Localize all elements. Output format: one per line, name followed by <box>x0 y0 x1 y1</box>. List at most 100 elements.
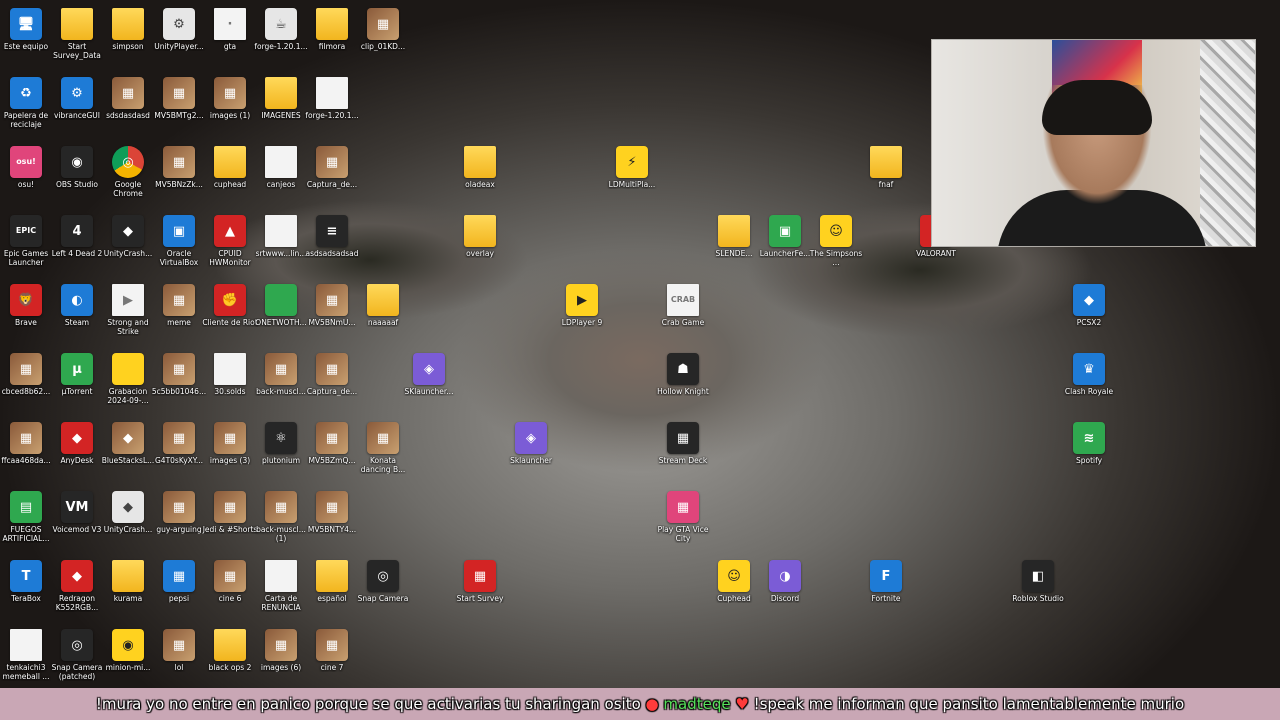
desktop-icon-mv5bnmu[interactable]: ▦ MV5BNmU... <box>306 284 358 350</box>
desktop-icon-brave[interactable]: 🦁 Brave <box>0 284 52 350</box>
desktop-icon-osu[interactable]: osu! osu! <box>0 146 52 212</box>
desktop-icon-fnaf[interactable]: fnaf <box>860 146 912 212</box>
desktop-icon-captura-de[interactable]: ▦ Captura_de... <box>306 146 358 212</box>
desktop-icon-lol[interactable]: ▦ lol <box>153 629 205 695</box>
desktop-icon-voicemod-v3[interactable]: VM Voicemod V3 <box>51 491 103 557</box>
desktop-icon-onetwoth[interactable]: ONETWOTH... <box>255 284 307 350</box>
desktop-icon-label: black ops 2 <box>208 663 252 672</box>
desktop-icon-images-3[interactable]: ▦ images (3) <box>204 422 256 488</box>
desktop-icon-jedi-shorts[interactable]: ▦ Jedi & #Shorts <box>203 491 257 557</box>
desktop-icon-canjeos[interactable]: canjeos <box>255 146 307 212</box>
desktop-icon-stream-deck[interactable]: ▦ Stream Deck <box>657 422 709 488</box>
desktop-icon-grabacion-2024-09[interactable]: Grabacion 2024-09-... <box>102 353 154 419</box>
desktop-icon-strong-and-strike[interactable]: ▶ Strong and Strike <box>102 284 154 350</box>
desktop-icon-cuphead[interactable]: cuphead <box>204 146 256 212</box>
desktop-icon-label: SLENDE... <box>715 249 753 258</box>
desktop-icon-carta-de-renuncia[interactable]: Carta de RENUNCIA <box>255 560 307 626</box>
desktop-icon-g4t0skyxy[interactable]: ▦ G4T0sKyXY... <box>153 422 205 488</box>
desktop-icon-overlay[interactable]: overlay <box>454 215 506 281</box>
desktop-icon-google-chrome[interactable]: ◎ Google Chrome <box>102 146 154 212</box>
desktop-icon-sklauncher[interactable]: ◈ Sklauncher <box>505 422 557 488</box>
anydesk-icon: ◆ <box>61 422 93 454</box>
desktop-icon-mv5bmtg2[interactable]: ▦ MV5BMTg2... <box>153 77 205 143</box>
desktop-icon-unitycrash[interactable]: ◆ UnityCrash... <box>102 491 154 557</box>
desktop-icon-start-survey[interactable]: ▦ Start Survey <box>454 560 506 626</box>
desktop-icon-images-6[interactable]: ▦ images (6) <box>255 629 307 695</box>
desktop-icon-tenkaichi3-memeball[interactable]: tenkaichi3 memeball ... <box>0 629 52 695</box>
desktop-icon-discord[interactable]: ◑ Discord <box>759 560 811 626</box>
desktop-icon-simpson[interactable]: simpson <box>102 8 154 74</box>
desktop-icon-ldplayer-9[interactable]: ▶ LDPlayer 9 <box>556 284 608 350</box>
desktop-icon-slende[interactable]: SLENDE... <box>708 215 760 281</box>
desktop-icon-steam[interactable]: ◐ Steam <box>51 284 103 350</box>
desktop-icon-snap-camera-patched[interactable]: ◎ Snap Camera (patched) <box>51 629 103 695</box>
desktop-icon-hollow-knight[interactable]: ☗ Hollow Knight <box>657 353 709 419</box>
desktop-icon-roblox-studio[interactable]: ◧ Roblox Studio <box>1012 560 1064 626</box>
desktop-icon-launcherfe[interactable]: ▣ LauncherFe... <box>759 215 811 281</box>
desktop-icon-bluestacksl[interactable]: ◆ BlueStacksL... <box>102 422 154 488</box>
desktop-icon-fortnite[interactable]: F Fortnite <box>860 560 912 626</box>
desktop-icon-kurama[interactable]: kurama <box>102 560 154 626</box>
desktop-icon-oracle-virtualbox[interactable]: ▣ Oracle VirtualBox <box>153 215 205 281</box>
desktop-icon-anydesk[interactable]: ◆ AnyDesk <box>51 422 103 488</box>
desktop-icon-back-muscl[interactable]: ▦ back-muscl... <box>255 353 307 419</box>
desktop-icon-minion-mi[interactable]: ◉ minion-mi... <box>102 629 154 695</box>
desktop-icon-este-equipo[interactable]: 🖥 Este equipo <box>0 8 52 74</box>
desktop-icon-left-4-dead-2[interactable]: 4 Left 4 Dead 2 <box>51 215 103 281</box>
desktop-icon-srtwww-lin[interactable]: srtwww...lin... <box>255 215 307 281</box>
desktop-icon-snap-camera[interactable]: ◎ Snap Camera <box>357 560 409 626</box>
desktop-icon-unitycrash[interactable]: ◆ UnityCrash... <box>102 215 154 281</box>
desktop-icon-redragon-k552rgb[interactable]: ◆ Redragon K552RGB... <box>51 560 103 626</box>
desktop-icon-ffcaa468da[interactable]: ▦ ffcaa468da... <box>0 422 52 488</box>
desktop-icon-mv5bnty4[interactable]: ▦ MV5BNTY4... <box>306 491 358 557</box>
desktop-icon-cuphead[interactable]: ☺ Cuphead <box>708 560 760 626</box>
desktop-icon-konata-dancing-b[interactable]: ▦ Konata dancing B... <box>357 422 409 488</box>
desktop-icon-terabox[interactable]: T TeraBox <box>0 560 52 626</box>
desktop-icon-30-solds[interactable]: 30.solds <box>204 353 256 419</box>
desktop-icon-vibrancegui[interactable]: ⚙ vibranceGUI <box>51 77 103 143</box>
desktop-icon-cliente-de-riot[interactable]: ✊ Cliente de Riot <box>202 284 258 350</box>
desktop-icon-plutonium[interactable]: ⚛ plutonium <box>255 422 307 488</box>
desktop-icon-label: Stream Deck <box>658 456 708 465</box>
desktop-icon-5c5bb01046[interactable]: ▦ 5c5bb01046... <box>152 353 206 419</box>
desktop-icon-cine-7[interactable]: ▦ cine 7 <box>306 629 358 695</box>
desktop-icon-black-ops-2[interactable]: black ops 2 <box>204 629 256 695</box>
desktop-icon-start-survey-data[interactable]: Start Survey_Data <box>51 8 103 74</box>
desktop-icon-unityplayer[interactable]: ⚙ UnityPlayer... <box>153 8 205 74</box>
desktop-icon-asdsadsadsad[interactable]: ≡ asdsadsadsad <box>305 215 359 281</box>
desktop-icon-oladeax[interactable]: oladeax <box>454 146 506 212</box>
desktop-icon-torrent[interactable]: µ µTorrent <box>51 353 103 419</box>
desktop-icon-sdsdasdasd[interactable]: ▦ sdsdasdasd <box>102 77 154 143</box>
desktop-icon-play-gta-vice-city[interactable]: ▦ Play GTA Vice City <box>657 491 709 557</box>
desktop-icon-fuegos-artificial[interactable]: ▤ FUEGOS ARTIFICIAL... <box>0 491 52 557</box>
desktop-icon-cbced8b62[interactable]: ▦ cbced8b62... <box>0 353 52 419</box>
desktop-icon-cpuid-hwmonitor[interactable]: ▲ CPUID HWMonitor <box>204 215 256 281</box>
desktop-icon-clip-01kd[interactable]: ▦ clip_01KD... <box>357 8 409 74</box>
desktop-icon-mv5bzmq[interactable]: ▦ MV5BZmQ... <box>306 422 358 488</box>
desktop-icon-back-muscl-1[interactable]: ▦ back-muscl... (1) <box>255 491 307 557</box>
desktop-icon-epic-games-launcher[interactable]: EPIC Epic Games Launcher <box>0 215 52 281</box>
desktop-icon-forge-1-20-1[interactable]: ☕ forge-1.20.1... <box>254 8 308 74</box>
desktop-icon-cine-6[interactable]: ▦ cine 6 <box>204 560 256 626</box>
desktop-icon-spotify[interactable]: ≋ Spotify <box>1063 422 1115 488</box>
desktop-icon-pcsx2[interactable]: ◆ PCSX2 <box>1063 284 1115 350</box>
desktop-icon-captura-de[interactable]: ▦ Captura_de... <box>306 353 358 419</box>
desktop-icon-the-simpsons[interactable]: ☺ The Simpsons ... <box>810 215 862 281</box>
desktop-icon-images-1[interactable]: ▦ images (1) <box>204 77 256 143</box>
desktop-icon-pepsi[interactable]: ▦ pepsi <box>153 560 205 626</box>
desktop-icon-mv5bnzzk[interactable]: ▦ MV5BNzZk... <box>153 146 205 212</box>
desktop-icon-ldmultipla[interactable]: ⚡ LDMultiPla... <box>606 146 658 212</box>
desktop-icon-crab-game[interactable]: CRAB Crab Game <box>657 284 709 350</box>
desktop-icon-sklauncher[interactable]: ◈ SKlauncher... <box>403 353 455 419</box>
desktop-icon-imagenes[interactable]: IMAGENES <box>255 77 307 143</box>
desktop-icon-gta[interactable]: · gta <box>204 8 256 74</box>
desktop-icon-filmora[interactable]: filmora <box>306 8 358 74</box>
desktop-icon-forge-1-20-1[interactable]: forge-1.20.1... <box>305 77 359 143</box>
desktop-icon-papelera-de-reciclaje[interactable]: ♻ Papelera de reciclaje <box>0 77 52 143</box>
desktop-icon-obs-studio[interactable]: ◉ OBS Studio <box>51 146 103 212</box>
desktop-icon-naaaaaf[interactable]: naaaaaf <box>357 284 409 350</box>
desktop-icon-meme[interactable]: ▦ meme <box>153 284 205 350</box>
desktop-icon-guy-arguing[interactable]: ▦ guy-arguing <box>153 491 205 557</box>
desktop-icon-espa-ol[interactable]: español <box>306 560 358 626</box>
desktop-icon-clash-royale[interactable]: ♛ Clash Royale <box>1063 353 1115 419</box>
